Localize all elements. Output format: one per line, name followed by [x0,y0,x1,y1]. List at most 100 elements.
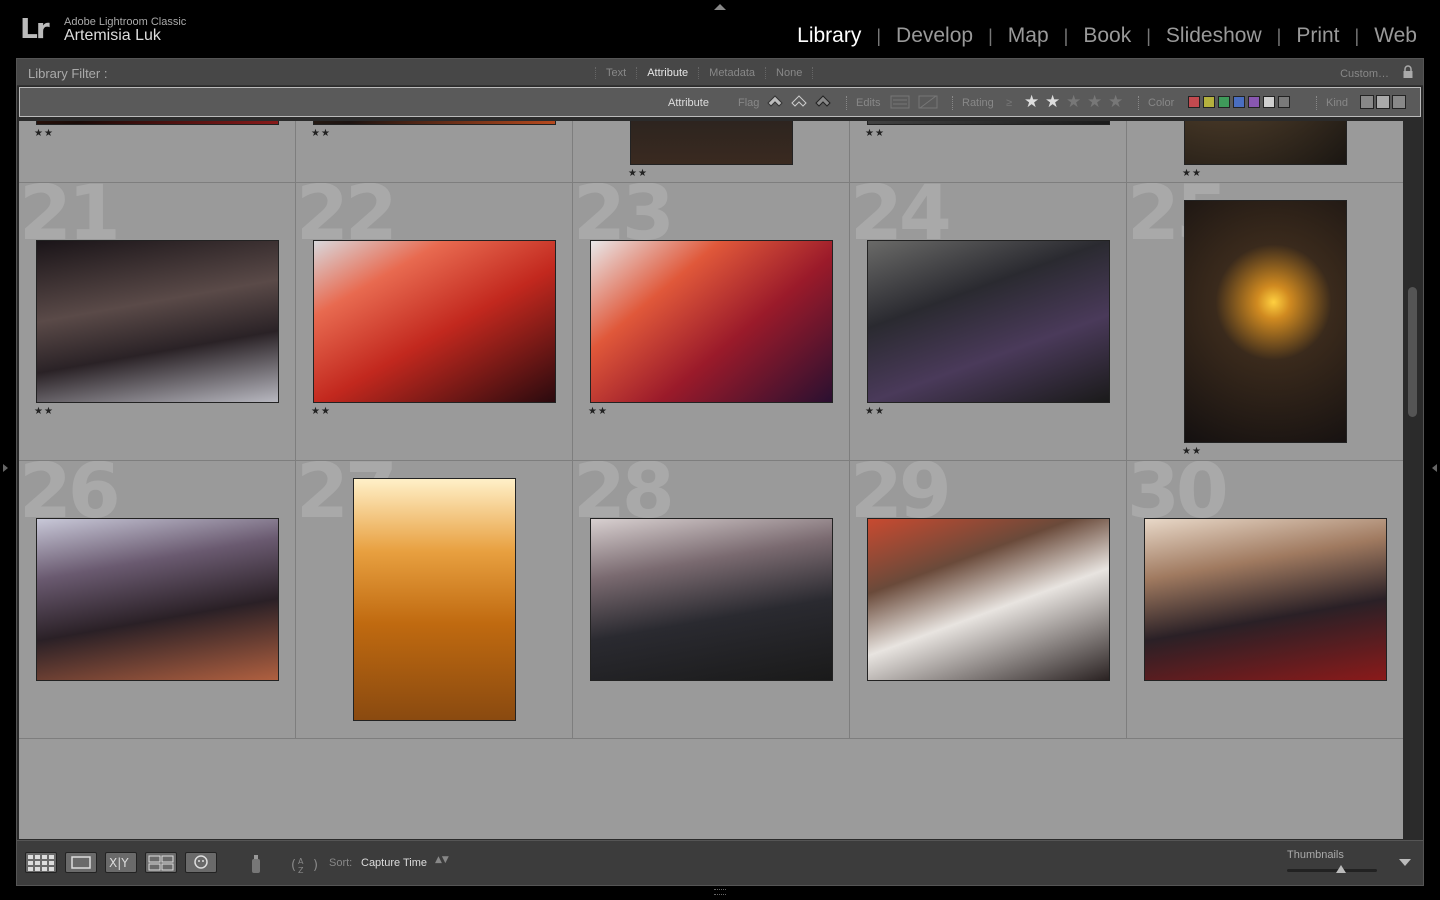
filter-preset-dropdown[interactable]: Custom… [1340,68,1389,80]
filter-tab-metadata[interactable]: Metadata [698,67,765,79]
grid-cell[interactable]: 19★★ [850,121,1127,183]
grid-cell[interactable]: 24 ★★ [850,183,1127,461]
star-rating[interactable]: ★★ [628,168,648,179]
expand-right-panel-icon[interactable] [1432,464,1437,472]
loupe-view-button[interactable] [65,852,97,873]
photo-thumbnail[interactable] [630,121,793,165]
star-rating[interactable]: ★★ [34,128,54,139]
module-book[interactable]: Book [1068,24,1146,48]
grid-cell[interactable]: 30 [1127,461,1403,739]
grid-scrollbar[interactable] [1406,121,1419,839]
grid-cell[interactable]: 27 [296,461,573,739]
module-print[interactable]: Print [1281,24,1354,48]
people-view-button[interactable] [185,852,217,873]
photo-thumbnail[interactable] [1184,200,1347,443]
filter-tabs: Text Attribute Metadata None [595,67,814,79]
grid-cell[interactable]: 20★★ [1127,121,1403,183]
photo-thumbnail[interactable] [353,478,516,721]
photo-thumbnail[interactable] [1184,121,1347,165]
photo-thumbnail[interactable] [36,518,279,681]
grid-cell[interactable]: 18★★ [573,121,850,183]
people-icon [194,855,208,869]
grid-cell[interactable]: 23 ★★ [573,183,850,461]
module-library[interactable]: Library [782,24,876,48]
grid-cell[interactable]: 29 [850,461,1127,739]
star-rating[interactable]: ★★ [311,128,331,139]
module-develop[interactable]: Develop [881,24,988,48]
photo-thumbnail[interactable] [36,121,279,125]
star-rating[interactable]: ★★ [865,128,885,139]
grid-cell[interactable]: 22 ★★ [296,183,573,461]
scrollbar-thumb[interactable] [1408,287,1417,417]
rating-label: Rating [962,97,994,109]
color-label-swatch[interactable] [1278,96,1290,108]
edited-icon[interactable] [890,94,910,110]
color-label-swatch[interactable] [1218,96,1230,108]
compare-view-button[interactable]: X|Y [105,852,137,873]
photo-thumbnail[interactable] [867,121,1110,125]
user-name: Artemisia Luk [64,27,161,44]
lock-icon[interactable] [1401,65,1415,79]
module-web[interactable]: Web [1359,24,1432,48]
color-label-swatch[interactable] [1263,96,1275,108]
expand-filmstrip-handle[interactable] [714,889,726,895]
photo-thumbnail[interactable] [590,518,833,681]
kind-video-icon[interactable] [1392,95,1406,109]
star-rating[interactable]: ★★ [311,406,331,417]
thumbnails-label: Thumbnails [1287,849,1344,861]
grid-cell[interactable]: 28 [573,461,850,739]
photo-thumbnail[interactable] [1144,518,1387,681]
grid-view-button[interactable] [25,852,57,873]
collapse-top-panel-icon[interactable] [714,4,726,10]
star-rating[interactable]: ★★ [34,406,54,417]
thumbnail-size-slider[interactable] [1287,865,1377,873]
toolbar-content-menu-icon[interactable] [1399,859,1411,866]
photo-thumbnail[interactable] [313,240,556,403]
sort-dropdown[interactable]: Capture Time [361,857,427,869]
sort-direction-icon[interactable]: ( A Z ) [289,853,323,875]
star-rating[interactable]: ★★ [1182,168,1202,179]
color-label-swatch[interactable] [1203,96,1215,108]
grid-cell[interactable]: 25 ★★ [1127,183,1403,461]
sort-dropdown-arrows[interactable]: ▲▼ [435,855,449,865]
filter-tab-attribute[interactable]: Attribute [636,67,698,79]
compare-icon: X|Y [109,856,129,870]
unedited-icon[interactable] [918,94,938,110]
filter-tab-none[interactable]: None [765,67,814,79]
star-rating[interactable]: ★★ [1182,446,1202,457]
photo-thumbnail[interactable] [36,240,279,403]
flag-unflagged-icon[interactable] [790,92,808,110]
survey-view-button[interactable] [145,852,177,873]
flag-pick-icon[interactable] [766,92,784,110]
grid-cell[interactable]: 26 [19,461,296,739]
color-label: Color [1148,97,1175,109]
slider-knob[interactable] [1336,865,1346,873]
grid-cell[interactable]: 17★★ [296,121,573,183]
photo-thumbnail[interactable] [590,240,833,403]
star-rating[interactable]: ★★ [865,406,885,417]
module-slideshow[interactable]: Slideshow [1151,24,1277,48]
painter-spray-icon[interactable] [249,853,263,875]
color-label-swatch[interactable] [1188,96,1200,108]
filter-tab-text[interactable]: Text [595,67,636,79]
kind-master-icon[interactable] [1360,95,1374,109]
library-filter-bar: Library Filter : Text Attribute Metadata… [17,59,1423,86]
flag-rejected-icon[interactable] [814,92,832,110]
module-map[interactable]: Map [993,24,1064,48]
star-rating[interactable]: ★★ [588,406,608,417]
photo-thumbnail[interactable] [867,518,1110,681]
color-label-swatch[interactable] [1233,96,1245,108]
rating-star-icon[interactable]: ★ [1045,92,1060,112]
rating-star-icon[interactable]: ★ [1024,92,1039,112]
grid-cell[interactable]: 16★★ [19,121,296,183]
kind-virtual-copy-icon[interactable] [1376,95,1390,109]
rating-star-icon[interactable]: ★ [1066,92,1081,112]
rating-star-icon[interactable]: ★ [1087,92,1102,112]
photo-thumbnail[interactable] [313,121,556,125]
grid-cell[interactable]: 21 ★★ [19,183,296,461]
color-label-swatch[interactable] [1248,96,1260,108]
photo-thumbnail[interactable] [867,240,1110,403]
expand-left-panel-icon[interactable] [3,464,8,472]
rating-star-icon[interactable]: ★ [1108,92,1123,112]
rating-operator[interactable]: ≥ [1006,97,1012,109]
